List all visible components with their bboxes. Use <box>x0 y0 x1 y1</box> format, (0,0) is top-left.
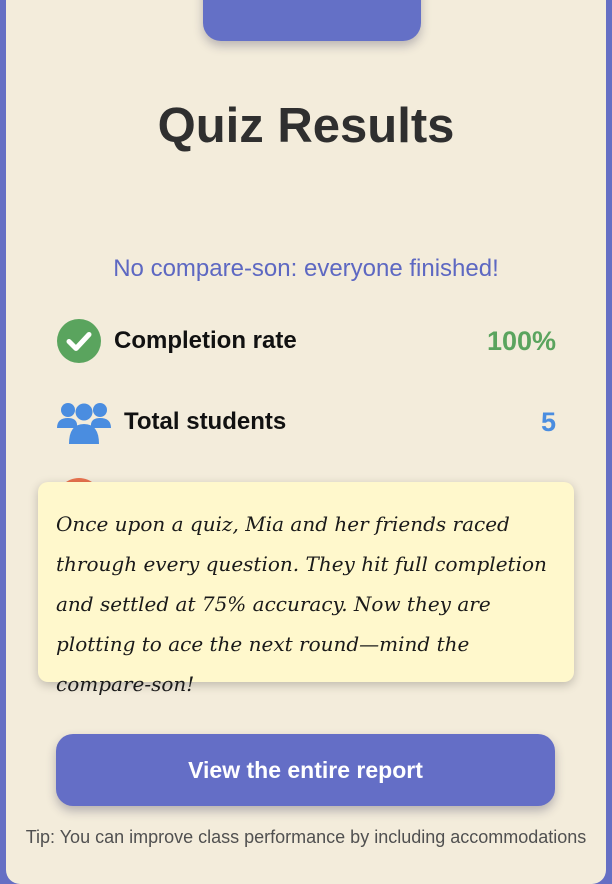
page-title: Quiz Results <box>157 99 455 153</box>
story-note: Once upon a quiz, Mia and her friends ra… <box>38 482 574 696</box>
stat-value: 5 <box>540 406 556 437</box>
footer-tip: Tip: You can improve class performance b… <box>25 827 587 847</box>
users-icon <box>56 399 112 445</box>
stat-total-students: Total students 5 <box>56 398 556 446</box>
stat-label: Completion rate <box>114 327 297 354</box>
stat-value: 100% <box>486 325 556 356</box>
stat-completion-rate: Completion rate 100% <box>56 317 556 365</box>
check-circle-icon <box>56 318 102 364</box>
view-report-button[interactable]: View the entire report <box>56 734 555 806</box>
top-tab <box>203 0 421 41</box>
stat-label: Total students <box>124 408 287 435</box>
subtitle: No compare-son: everyone finished! <box>113 255 499 282</box>
